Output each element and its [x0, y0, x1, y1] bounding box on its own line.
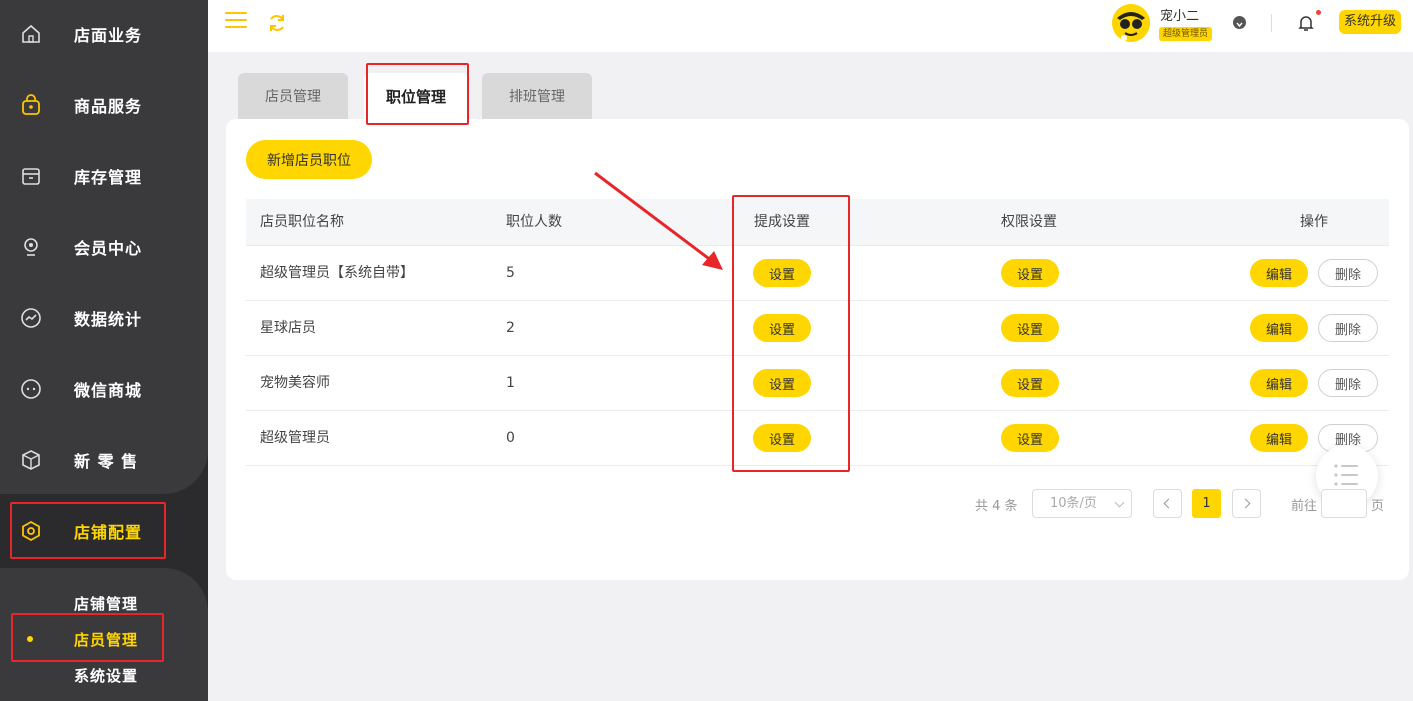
tab-staff-management[interactable]: 店员管理: [238, 73, 348, 119]
top-bar: 宠小二 超级管理员 系统升级: [208, 0, 1413, 52]
chevron-down-icon: [1114, 497, 1125, 508]
sidebar-item-member-center[interactable]: 会员中心: [0, 217, 208, 277]
sidebar-item-label: 会员中心: [74, 239, 143, 258]
divider: [1271, 14, 1272, 32]
notification-dot: [1316, 10, 1321, 15]
sidebar-item-statistics[interactable]: 数据统计: [0, 288, 208, 348]
user-icon: [19, 235, 43, 259]
delete-button[interactable]: 删除: [1318, 314, 1378, 342]
settings-icon: [19, 519, 43, 543]
cube-icon: [19, 448, 43, 472]
sidebar: 店面业务 商品服务 库存管理 会员中心 数据统计 微信商城 新 零 售 店铺配置…: [0, 0, 208, 701]
sidebar-sub-item-staff-management[interactable]: 店员管理: [74, 629, 138, 650]
sidebar-item-new-retail[interactable]: 新 零 售: [0, 430, 208, 490]
sidebar-item-inventory[interactable]: 库存管理: [0, 146, 208, 206]
permission-settings-button[interactable]: 设置: [1001, 369, 1059, 397]
chevron-left-icon: [1163, 498, 1174, 509]
commission-settings-button[interactable]: 设置: [753, 424, 811, 452]
page-size-select[interactable]: 10条/页: [1032, 489, 1132, 518]
permission-settings-button[interactable]: 设置: [1001, 259, 1059, 287]
sidebar-item-label: 库存管理: [74, 168, 143, 187]
commission-settings-button[interactable]: 设置: [753, 259, 811, 287]
system-upgrade-button[interactable]: 系统升级: [1339, 10, 1402, 34]
delete-button[interactable]: 删除: [1318, 369, 1378, 397]
current-page[interactable]: 1: [1192, 489, 1221, 518]
sidebar-item-label: 新 零 售: [74, 452, 139, 471]
position-count: 1: [506, 375, 515, 391]
pagination-total: 共 4 条: [975, 499, 1018, 514]
sidebar-item-label: 店面业务: [74, 26, 143, 45]
column-header: 提成设置: [754, 214, 810, 230]
position-name: 超级管理员【系统自带】: [260, 265, 414, 281]
chevron-down-icon[interactable]: [1233, 16, 1246, 29]
bell-icon[interactable]: [1297, 13, 1315, 33]
next-page-button[interactable]: [1232, 489, 1261, 518]
sidebar-sub-item-store-management[interactable]: 店铺管理: [74, 593, 138, 614]
chat-icon: [19, 377, 43, 401]
edit-button[interactable]: 编辑: [1250, 259, 1308, 287]
position-name: 超级管理员: [260, 430, 330, 446]
page-size-value: 10条/页: [1050, 496, 1097, 511]
column-header: 店员职位名称: [260, 214, 344, 230]
role-badge: 超级管理员: [1159, 27, 1213, 41]
commission-settings-button[interactable]: 设置: [753, 369, 811, 397]
position-name: 星球店员: [260, 320, 316, 336]
bag-icon: [19, 93, 43, 117]
sidebar-item-product-service[interactable]: 商品服务: [0, 75, 208, 135]
user-name: 宠小二: [1160, 9, 1200, 24]
table-row: 宠物美容师 1 设置 设置 编辑 删除: [246, 356, 1389, 411]
sidebar-item-label: 商品服务: [74, 97, 143, 116]
table-row: 超级管理员 0 设置 设置 编辑 删除: [246, 411, 1389, 466]
menu-icon[interactable]: [225, 12, 247, 32]
active-dot: [27, 636, 33, 642]
permission-settings-button[interactable]: 设置: [1001, 424, 1059, 452]
chart-icon: [19, 306, 43, 330]
sidebar-item-store-config[interactable]: 店铺配置: [0, 501, 208, 561]
sidebar-sub-item-system-settings[interactable]: 系统设置: [74, 665, 138, 686]
column-header: 操作: [1300, 214, 1328, 230]
sidebar-item-label: 微信商城: [74, 381, 143, 400]
box-icon: [19, 164, 43, 188]
tab-label: 排班管理: [509, 89, 565, 105]
position-count: 5: [506, 265, 515, 281]
column-header: 权限设置: [1001, 214, 1057, 230]
table-header: 店员职位名称 职位人数 提成设置 权限设置 操作: [246, 199, 1389, 246]
table-row: 超级管理员【系统自带】 5 设置 设置 编辑 删除: [246, 246, 1389, 301]
position-name: 宠物美容师: [260, 375, 330, 391]
commission-settings-button[interactable]: 设置: [753, 314, 811, 342]
chevron-right-icon: [1240, 498, 1251, 509]
prev-page-button[interactable]: [1153, 489, 1182, 518]
sidebar-item-label: 数据统计: [74, 310, 143, 329]
avatar[interactable]: [1112, 4, 1150, 42]
edit-button[interactable]: 编辑: [1250, 424, 1308, 452]
refresh-icon[interactable]: [266, 12, 288, 34]
edit-button[interactable]: 编辑: [1250, 369, 1308, 397]
goto-label: 前往: [1291, 499, 1318, 514]
goto-page-input[interactable]: [1321, 489, 1367, 518]
sidebar-item-store-business[interactable]: 店面业务: [0, 4, 208, 64]
tab-shift-management[interactable]: 排班管理: [482, 73, 592, 119]
add-position-button[interactable]: 新增店员职位: [246, 140, 372, 179]
position-count: 2: [506, 320, 515, 336]
tab-position-management[interactable]: 职位管理: [364, 73, 468, 119]
delete-button[interactable]: 删除: [1318, 259, 1378, 287]
page-suffix: 页: [1371, 499, 1385, 514]
sidebar-item-wechat-mall[interactable]: 微信商城: [0, 359, 208, 419]
column-header: 职位人数: [506, 214, 562, 230]
tab-label: 店员管理: [265, 89, 321, 105]
tab-label: 职位管理: [385, 87, 447, 106]
permission-settings-button[interactable]: 设置: [1001, 314, 1059, 342]
table-row: 星球店员 2 设置 设置 编辑 删除: [246, 301, 1389, 356]
position-count: 0: [506, 430, 515, 446]
edit-button[interactable]: 编辑: [1250, 314, 1308, 342]
home-icon: [19, 22, 43, 46]
sidebar-item-label: 店铺配置: [74, 523, 143, 542]
